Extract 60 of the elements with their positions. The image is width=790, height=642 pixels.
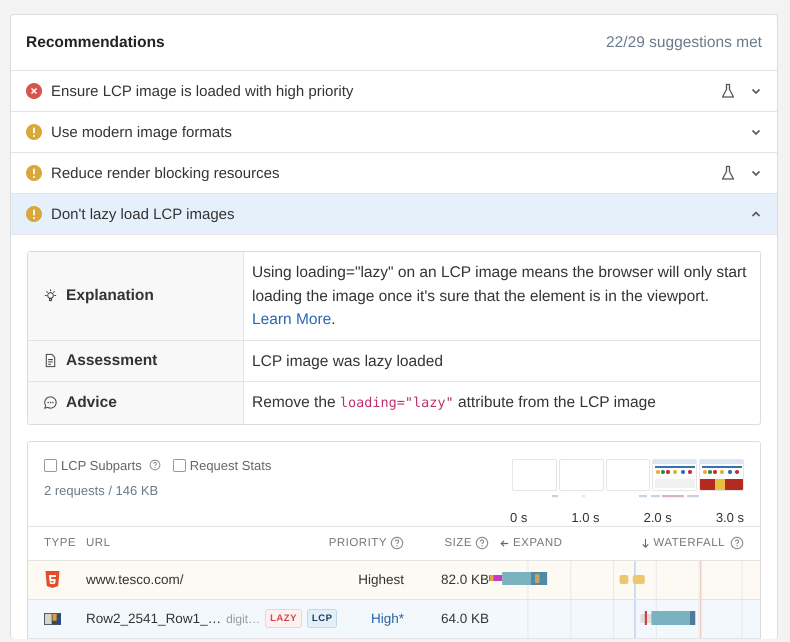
column-header[interactable]: SIZE: [444, 537, 472, 549]
sort-down-icon[interactable]: [640, 538, 652, 548]
help-icon[interactable]: [390, 536, 404, 550]
detail-label: Assessment: [66, 352, 158, 370]
recommendation-row[interactable]: Don't lazy load LCP images: [11, 194, 777, 235]
help-icon[interactable]: [475, 536, 489, 550]
recommendation-row[interactable]: Use modern image formats: [11, 112, 777, 153]
event-marker: [620, 574, 645, 584]
flask-icon[interactable]: [720, 165, 736, 181]
time-label: 1.0 s: [571, 510, 600, 524]
request-url[interactable]: www.tesco.com/: [86, 572, 184, 587]
detail-label: Advice: [66, 394, 117, 412]
size-value: 64.0 KB: [440, 611, 489, 626]
document-icon: [43, 353, 58, 368]
detail-text: LCP image was lazy loaded: [252, 352, 443, 370]
suggestions-summary: 22/29 suggestions met: [606, 34, 762, 52]
recommendation-title: Ensure LCP image is loaded with high priority: [51, 82, 354, 100]
size-value: 82.0 KB: [440, 572, 489, 587]
waterfall-bar[interactable]: [640, 610, 696, 624]
warning-icon: [26, 165, 42, 181]
priority-value: High*: [370, 611, 404, 626]
expand-button[interactable]: EXPAND: [499, 537, 562, 549]
requests-summary: 2 requests / 146 KB: [44, 482, 160, 498]
waterfall-bar[interactable]: [489, 572, 548, 584]
filmstrip-frame[interactable]: [699, 458, 744, 490]
time-label: 0 s: [510, 510, 528, 524]
lightbulb-icon: [43, 288, 58, 304]
priority-value: Highest: [357, 572, 404, 587]
panel-title: Recommendations: [26, 34, 165, 52]
detail-text: Using loading="lazy" on an LCP image means the browser will only start loading the image once it's sure that the element is in the viewport. Learn More.: [252, 264, 746, 328]
detail-text: Remove the loading="lazy" attribute from the LCP image: [252, 394, 656, 411]
filmstrip-frame[interactable]: [652, 458, 698, 490]
checkbox-label[interactable]: Request Stats: [190, 458, 272, 472]
flask-icon[interactable]: [720, 83, 736, 99]
error-icon: [26, 83, 42, 99]
time-label: 3.0 s: [716, 510, 744, 524]
help-icon[interactable]: [148, 459, 161, 471]
help-icon[interactable]: [730, 536, 744, 550]
learn-more-link[interactable]: Learn More: [252, 311, 332, 328]
warning-icon: [26, 206, 42, 222]
html-file-icon: [44, 570, 61, 588]
request-url[interactable]: Row2_2541_Row1_…: [86, 611, 222, 626]
checkbox[interactable]: [172, 458, 186, 472]
recommendation-title: Use modern image formats: [51, 124, 233, 140]
checkbox[interactable]: [44, 458, 57, 472]
request-tag: LCP: [306, 609, 338, 628]
recommendation-title: Reduce render blocking resources: [51, 164, 280, 182]
warning-icon: [26, 124, 42, 140]
request-tag: LAZY: [265, 609, 302, 628]
recommendation-row[interactable]: Ensure LCP image is loaded with high priority: [11, 71, 777, 112]
column-header[interactable]: PRIORITY: [328, 537, 387, 549]
column-header[interactable]: WATERFALL: [653, 537, 725, 549]
recommendation-title: Don't lazy load LCP images: [51, 206, 236, 222]
checkbox-label[interactable]: LCP Subparts: [61, 458, 142, 472]
column-header: TYPE: [43, 537, 78, 549]
arrow-left-icon: [499, 538, 510, 548]
request-domain: digit…: [226, 612, 260, 626]
detail-label: Explanation: [66, 286, 154, 305]
time-label: 2.0 s: [644, 510, 672, 524]
speech-bubble-icon: [43, 395, 58, 410]
